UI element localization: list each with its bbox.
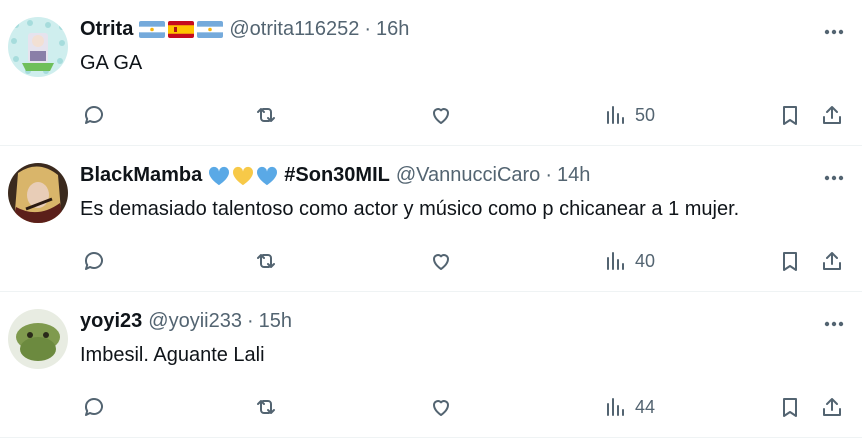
- tweet-text: GA GA: [80, 52, 143, 74]
- views-chart-icon: [607, 252, 624, 270]
- action-bar: 50: [0, 100, 862, 130]
- bookmark-button[interactable]: [778, 392, 802, 422]
- views-button[interactable]: 44: [603, 392, 655, 422]
- bookmark-button[interactable]: [778, 246, 802, 276]
- user-handle[interactable]: @yoyii233: [148, 310, 242, 333]
- avatar[interactable]: [8, 163, 68, 223]
- separator-dot: ·: [545, 164, 552, 186]
- separator-dot: ·: [364, 18, 372, 40]
- reply-button[interactable]: [82, 246, 106, 276]
- views-count: 50: [635, 104, 656, 125]
- share-icon: [823, 252, 841, 270]
- reply-icon: [84, 398, 103, 416]
- views-chart-icon: [607, 106, 624, 124]
- views-count: 40: [635, 250, 656, 271]
- share-icon: [823, 398, 841, 416]
- user-handle[interactable]: @otrita116252: [229, 18, 359, 41]
- user-handle[interactable]: @VannucciCaro: [396, 164, 540, 187]
- tweet-text: Imbesil. Aguante Lali: [80, 344, 265, 366]
- share-button[interactable]: [820, 100, 844, 130]
- tweet[interactable]: BlackMamba #Son30MIL @VannucciCaro · 14h…: [0, 146, 862, 292]
- argentina-flag-icon: [197, 21, 224, 38]
- display-name[interactable]: BlackMamba: [80, 164, 202, 187]
- retweet-button[interactable]: [254, 246, 278, 276]
- avatar[interactable]: [8, 309, 68, 369]
- action-bar: 44: [0, 392, 862, 422]
- like-button[interactable]: [429, 392, 453, 422]
- tweet-text: Es demasiado talentoso como actor y músi…: [80, 198, 740, 220]
- retweet-icon: [257, 108, 275, 122]
- name-emoji-flags: [139, 21, 224, 38]
- blue-heart-icon: [257, 166, 278, 185]
- like-button[interactable]: [429, 100, 453, 130]
- yellow-heart-icon: [233, 166, 254, 185]
- separator-dot: ·: [246, 310, 254, 332]
- retweet-button[interactable]: [254, 392, 278, 422]
- action-bar: 40: [0, 246, 862, 276]
- blue-heart-icon: [209, 166, 230, 185]
- more-options-icon[interactable]: [822, 312, 846, 336]
- display-name-suffix[interactable]: #Son30MIL: [284, 164, 390, 187]
- more-options-icon[interactable]: [822, 166, 846, 190]
- timestamp[interactable]: 14h: [557, 164, 590, 187]
- heart-icon: [433, 108, 449, 124]
- reply-icon: [84, 106, 103, 124]
- bookmark-icon: [783, 106, 797, 125]
- tweet[interactable]: yoyi23 @yoyii233 · 15h Imbesil. Aguante …: [0, 292, 862, 438]
- bookmark-button[interactable]: [778, 100, 802, 130]
- spain-flag-icon: [168, 21, 195, 38]
- avatar[interactable]: [8, 17, 68, 77]
- reply-icon: [84, 252, 103, 270]
- views-chart-icon: [607, 398, 624, 416]
- heart-icon: [433, 254, 449, 270]
- more-options-icon[interactable]: [822, 20, 846, 44]
- views-count: 44: [635, 396, 656, 417]
- share-icon: [823, 106, 841, 124]
- name-emoji-hearts: [208, 166, 278, 186]
- retweet-button[interactable]: [254, 100, 278, 130]
- share-button[interactable]: [820, 392, 844, 422]
- display-name-prefix: BlackMamba: [80, 164, 203, 186]
- display-name[interactable]: yoyi23: [80, 310, 142, 333]
- timestamp[interactable]: 15h: [259, 310, 292, 333]
- retweet-icon: [257, 400, 275, 414]
- tweet[interactable]: Otrita @otrita116252 · 16h GA GA 50: [0, 0, 862, 146]
- retweet-icon: [257, 254, 275, 268]
- heart-icon: [433, 400, 449, 416]
- views-button[interactable]: 40: [603, 246, 655, 276]
- share-button[interactable]: [820, 246, 844, 276]
- reply-button[interactable]: [82, 100, 106, 130]
- argentina-flag-icon: [139, 21, 166, 38]
- display-name[interactable]: Otrita: [80, 18, 133, 41]
- bookmark-icon: [783, 398, 797, 417]
- like-button[interactable]: [429, 246, 453, 276]
- views-button[interactable]: 50: [603, 100, 655, 130]
- bookmark-icon: [783, 252, 797, 271]
- timestamp[interactable]: 16h: [376, 18, 409, 41]
- reply-button[interactable]: [82, 392, 106, 422]
